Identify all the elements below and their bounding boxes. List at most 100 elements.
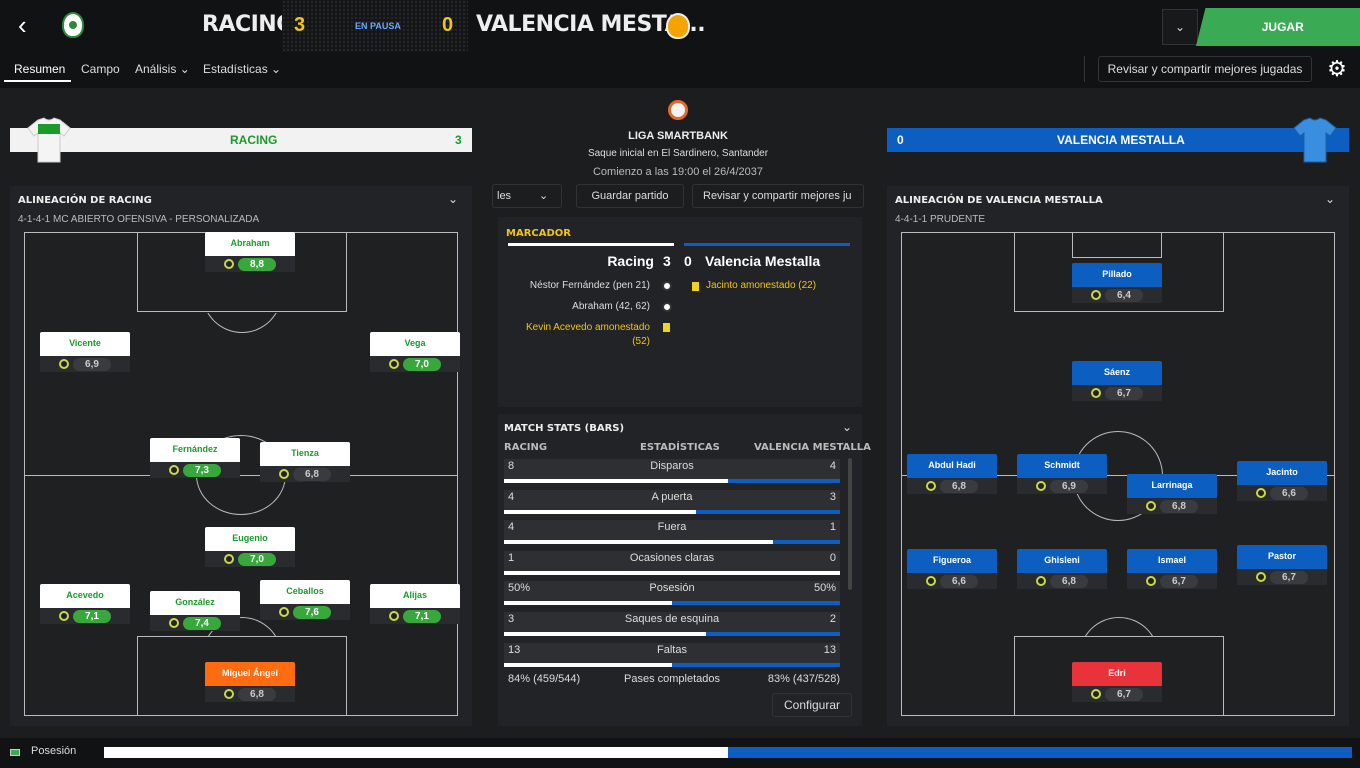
player-card[interactable]: Miguel Ángel 6,8 <box>205 662 295 702</box>
chevron-down-icon[interactable]: ⌄ <box>1325 192 1335 206</box>
stats-row: 1 Ocasiones claras 0 <box>504 550 840 575</box>
rating-value: 6,7 <box>1105 687 1143 701</box>
arrow-back-icon[interactable]: ‹ <box>18 12 40 38</box>
player-rating: 7,0 <box>370 356 460 372</box>
chevron-down-icon[interactable]: ⌄ <box>842 420 852 434</box>
player-card[interactable]: Alijas 7,1 <box>370 584 460 624</box>
tab-analisis[interactable]: Análisis ⌄ <box>135 62 190 76</box>
stat-away-value: 3 <box>829 490 836 503</box>
player-rating: 6,6 <box>1237 485 1327 501</box>
home-pitch <box>24 232 458 716</box>
save-match-button[interactable]: Guardar partido <box>576 184 684 208</box>
player-name: Pastor <box>1237 545 1327 569</box>
rating-value: 7,0 <box>403 357 441 371</box>
home-formation: 4-1-4-1 MC ABIERTO OFENSIVA - PERSONALIZ… <box>18 214 260 225</box>
player-card[interactable]: Vega 7,0 <box>370 332 460 372</box>
stat-label: A puerta <box>651 490 693 503</box>
rating-icon <box>169 465 179 475</box>
rating-value: 6,8 <box>238 687 276 701</box>
gear-icon[interactable]: ⚙ <box>1324 56 1350 82</box>
player-card[interactable]: Jacinto 6,6 <box>1237 461 1327 501</box>
possession-bar <box>104 747 1352 758</box>
stats-scrollbar[interactable] <box>848 458 852 590</box>
player-card[interactable]: Sáenz 6,7 <box>1072 361 1162 401</box>
rating-icon <box>1256 572 1266 582</box>
stat-label: Ocasiones claras <box>629 551 715 564</box>
tab-bar: Resumen Campo Análisis ⌄ Estadísticas ⌄ … <box>0 52 1360 88</box>
player-rating: 8,8 <box>205 256 295 272</box>
possession-home-fill <box>104 747 728 758</box>
player-card[interactable]: Pastor 6,7 <box>1237 545 1327 585</box>
player-name: Larrinaga <box>1127 474 1217 498</box>
goal-event: Abraham (42, 62) <box>572 301 650 312</box>
player-name: Ismael <box>1127 549 1217 573</box>
player-name: Jacinto <box>1237 461 1327 485</box>
away-team-bar: 0 VALENCIA MESTALLA <box>887 128 1349 152</box>
chevron-down-icon[interactable]: ⌄ <box>448 192 458 206</box>
player-card[interactable]: Eugenio 7,0 <box>205 527 295 567</box>
rating-value: 6,7 <box>1160 574 1198 588</box>
league-logo-icon <box>668 100 688 120</box>
rating-value: 6,4 <box>1105 288 1143 302</box>
player-rating: 6,7 <box>1237 569 1327 585</box>
player-card[interactable]: Acevedo 7,1 <box>40 584 130 624</box>
player-card[interactable]: Abdul Hadi 6,8 <box>907 454 997 494</box>
player-card[interactable]: Tienza 6,8 <box>260 442 350 482</box>
rating-value: 7,4 <box>183 616 221 630</box>
home-team-label: RACING <box>230 133 278 147</box>
player-rating: 6,8 <box>1127 498 1217 514</box>
player-card[interactable]: Larrinaga 6,8 <box>1127 474 1217 514</box>
rating-icon <box>389 611 399 621</box>
rating-value: 6,6 <box>1270 486 1308 500</box>
racing-crest-icon <box>62 12 84 38</box>
rating-icon <box>224 554 234 564</box>
scoreboard-home-team: Racing <box>607 253 654 269</box>
configure-button[interactable]: Configurar <box>772 693 852 717</box>
stats-row: 3 Saques de esquina 2 <box>504 612 840 636</box>
scoreboard-home-score: 3 <box>663 253 671 269</box>
scoreboard-box: 3 EN PAUSA 0 <box>282 0 468 52</box>
player-card[interactable]: Vicente 6,9 <box>40 332 130 372</box>
tab-estadisticas[interactable]: Estadísticas ⌄ <box>203 62 281 76</box>
home-shirt-icon <box>27 117 71 163</box>
player-card[interactable]: Ceballos 7,6 <box>260 580 350 620</box>
share-highlights-button-mid[interactable]: Revisar y compartir mejores ju <box>692 184 864 208</box>
rating-icon <box>1091 290 1101 300</box>
player-card[interactable]: Fernández 7,3 <box>150 438 240 478</box>
play-button[interactable]: JUGAR <box>1196 8 1360 46</box>
rating-icon <box>389 359 399 369</box>
stats-col-label: ESTADÍSTICAS <box>640 442 720 453</box>
player-card[interactable]: González 7,4 <box>150 591 240 631</box>
rating-icon <box>1036 576 1046 586</box>
rating-icon <box>1036 481 1046 491</box>
player-card[interactable]: Figueroa 6,6 <box>907 549 997 589</box>
player-name: Schmidt <box>1017 454 1107 478</box>
booking-event: Kevin Acevedo amonestado (52) <box>526 322 650 347</box>
rating-icon <box>169 618 179 628</box>
home-team-score: 3 <box>455 133 462 147</box>
away-team-score: 0 <box>897 133 904 147</box>
stats-col-home: RACING <box>504 442 548 453</box>
player-name: Figueroa <box>907 549 997 573</box>
player-name: Acevedo <box>40 584 130 608</box>
player-card[interactable]: Pillado 6,4 <box>1072 263 1162 303</box>
player-card[interactable]: Ismael 6,7 <box>1127 549 1217 589</box>
stat-bar-home <box>504 509 696 514</box>
player-rating: 6,9 <box>40 356 130 372</box>
player-rating: 7,6 <box>260 604 350 620</box>
stat-bar-home <box>504 570 840 575</box>
player-rating: 7,4 <box>150 615 240 631</box>
tab-campo[interactable]: Campo <box>81 62 120 76</box>
home-lineup-title: ALINEACIÓN DE RACING <box>18 195 152 206</box>
possession-label: Posesión <box>31 745 77 757</box>
views-dropdown[interactable]: les ⌄ <box>492 184 562 208</box>
chevron-down-icon[interactable]: ⌄ <box>1162 9 1198 45</box>
player-rating: 6,8 <box>907 478 997 494</box>
player-rating: 6,7 <box>1072 686 1162 702</box>
share-highlights-button[interactable]: Revisar y compartir mejores jugadas <box>1098 56 1312 82</box>
player-card[interactable]: Abraham 8,8 <box>205 232 295 272</box>
tab-resumen[interactable]: Resumen <box>14 62 65 76</box>
player-card[interactable]: Schmidt 6,9 <box>1017 454 1107 494</box>
player-card[interactable]: Edri 6,7 <box>1072 662 1162 702</box>
player-card[interactable]: Ghisleni 6,8 <box>1017 549 1107 589</box>
